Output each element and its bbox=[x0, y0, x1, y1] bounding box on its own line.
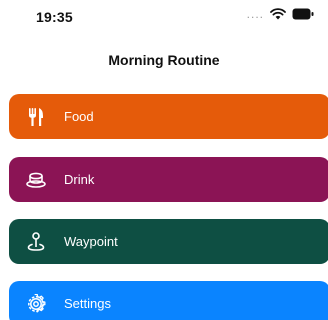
menu-row-label: Food bbox=[64, 109, 94, 124]
status-bar: 19:35 .... bbox=[0, 0, 328, 36]
fork-knife-icon bbox=[26, 107, 46, 127]
menu-row-label: Waypoint bbox=[64, 234, 118, 249]
status-icons: .... bbox=[247, 8, 314, 24]
map-pin-icon bbox=[26, 231, 46, 252]
menu-row-drink[interactable]: Drink bbox=[9, 157, 328, 202]
wifi-icon bbox=[270, 7, 286, 25]
menu-row-label: Settings bbox=[64, 296, 111, 311]
gear-icon bbox=[26, 293, 46, 314]
screen: 19:35 .... Morning Routine Food Drink Wa… bbox=[0, 0, 328, 320]
page-title: Morning Routine bbox=[108, 52, 220, 68]
signal-dots: .... bbox=[246, 7, 264, 21]
cup-icon bbox=[26, 170, 46, 190]
menu-row-settings[interactable]: Settings bbox=[9, 281, 328, 320]
menu-row-waypoint[interactable]: Waypoint bbox=[9, 219, 328, 264]
battery-icon bbox=[292, 7, 314, 25]
menu-row-food[interactable]: Food bbox=[9, 94, 328, 139]
status-time: 19:35 bbox=[36, 9, 73, 25]
menu-row-label: Drink bbox=[64, 172, 95, 187]
